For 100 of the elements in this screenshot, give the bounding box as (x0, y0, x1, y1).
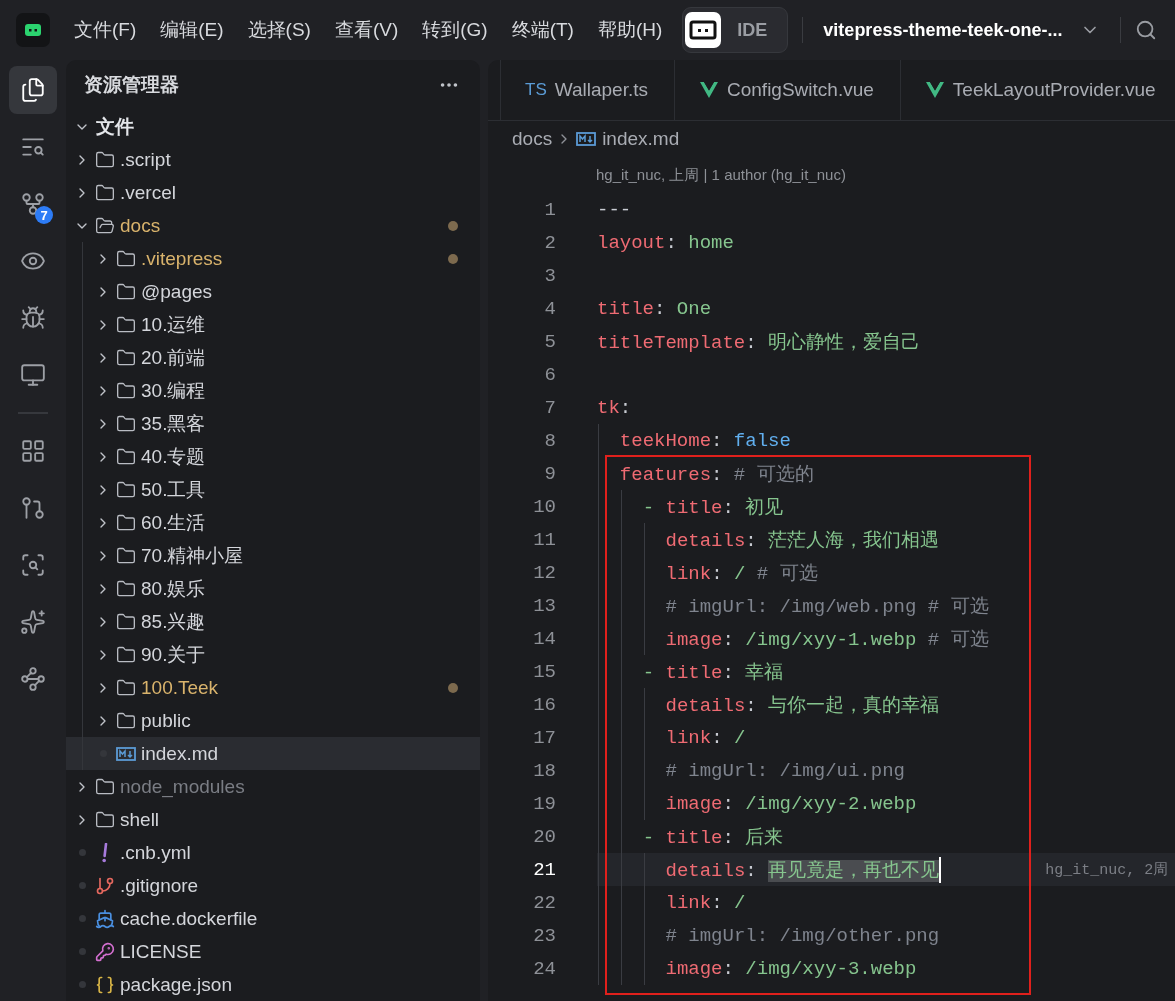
tree-item[interactable]: package.json (66, 968, 480, 1001)
tree-item[interactable]: index.md (66, 737, 480, 770)
tree-item[interactable]: 20.前端 (66, 341, 480, 374)
line-number: 20 (532, 825, 556, 848)
tree-item[interactable]: 40.专题 (66, 440, 480, 473)
code-line: - title: 后来 (642, 825, 784, 850)
mode-label[interactable]: IDE (721, 19, 786, 41)
tree-item[interactable]: 70.精神小屋 (66, 539, 480, 572)
folder-icon (116, 611, 136, 632)
code-line: features: # 可选的 (619, 462, 814, 487)
code-line: layout: home (597, 231, 734, 254)
code-line: details: 与你一起，真的幸福 (665, 693, 940, 718)
tree-item[interactable]: public (66, 704, 480, 737)
editor-tab[interactable]: ConfigSwitch.vue (674, 60, 900, 120)
editor-tab[interactable]: TeekLayoutProvider.vue (899, 60, 1175, 120)
line-number: 3 (543, 264, 556, 287)
tree-item[interactable]: .cnb.yml (66, 836, 480, 869)
tree-item[interactable]: @pages (66, 275, 480, 308)
file-name: shell (120, 808, 161, 831)
folder-icon (116, 380, 136, 401)
tree-item[interactable]: .vitepress (66, 242, 480, 275)
line-number: 22 (532, 891, 556, 914)
folder-icon (116, 446, 136, 467)
markdown-icon (576, 131, 597, 147)
search-icon[interactable] (1135, 19, 1158, 41)
waypoints-icon (20, 666, 46, 692)
code-line: titleTemplate: 明心静性，爱自己 (597, 330, 921, 355)
tree-item[interactable]: 35.黑客 (66, 407, 480, 440)
section-header[interactable]: 文件 (66, 110, 480, 143)
mode-switch[interactable]: IDE (682, 7, 789, 53)
blame-info[interactable]: hg_it_nuc, 上周 | 1 author (hg_it_nuc) (596, 165, 846, 185)
line-number: 21 (532, 858, 556, 881)
modified-dot (448, 253, 458, 264)
menu-item[interactable]: 帮助(H) (597, 13, 663, 47)
tree-item[interactable]: 30.编程 (66, 374, 480, 407)
file-name: .vercel (120, 181, 177, 204)
folder-icon (116, 413, 136, 434)
menu-item[interactable]: 选择(S) (247, 13, 311, 47)
code-line: # imgUrl: /img/web.png # 可选 (665, 594, 989, 619)
code-line: image: /img/xyy-2.webp (665, 792, 917, 815)
menu-item[interactable]: 终端(T) (511, 13, 574, 47)
line-number: 8 (543, 429, 556, 452)
activity-button[interactable]: 7 (9, 180, 57, 228)
code-line: # imgUrl: /img/other.png (665, 924, 940, 947)
file-name: index.md (141, 742, 220, 765)
section-title: 文件 (96, 114, 135, 139)
tree-item[interactable]: .script (66, 143, 480, 176)
line-number: 19 (532, 792, 556, 815)
folder-icon (116, 248, 136, 269)
tree-item[interactable]: 50.工具 (66, 473, 480, 506)
code-line: details: 茫茫人海，我们相遇 (665, 528, 940, 553)
code-line: # imgUrl: /img/ui.png (665, 759, 905, 782)
file-name: 35.黑客 (141, 411, 207, 436)
project-selector[interactable]: vitepress-theme-teek-one-... (817, 19, 1107, 41)
tree-item[interactable]: 80.娱乐 (66, 572, 480, 605)
breadcrumb-item[interactable]: index.md (576, 128, 680, 150)
code-line: details: 再见竟是，再也不见 (665, 858, 940, 883)
blame-annotation: hg_it_nuc, 2周 (1045, 861, 1169, 879)
file-name: 70.精神小屋 (141, 543, 245, 568)
line-number: 14 (532, 627, 556, 650)
tree-item[interactable]: 90.关于 (66, 638, 480, 671)
sparkle-icon (20, 609, 46, 635)
file-name: .gitignore (120, 874, 200, 897)
tree-item[interactable]: .vercel (66, 176, 480, 209)
tree-item[interactable]: node_modules (66, 770, 480, 803)
file-name: 50.工具 (141, 477, 207, 502)
menu-item[interactable]: 文件(F) (74, 13, 137, 47)
menu-item[interactable]: 查看(V) (334, 13, 399, 47)
file-name: 100.Teek (141, 676, 220, 699)
tree-item[interactable]: 60.生活 (66, 506, 480, 539)
tree-item[interactable]: .gitignore (66, 869, 480, 902)
tree-item[interactable]: 10.运维 (66, 308, 480, 341)
tree-item[interactable]: LICENSE (66, 935, 480, 968)
tree-item[interactable]: 85.兴趣 (66, 605, 480, 638)
line-number: 10 (532, 495, 556, 518)
breadcrumb-item[interactable]: docs (512, 128, 553, 150)
file-name: node_modules (120, 775, 246, 798)
vue-icon (924, 81, 945, 99)
tree-item[interactable]: docs (66, 209, 480, 242)
menu-item[interactable]: 转到(G) (422, 13, 488, 47)
code-line: --- (597, 198, 632, 221)
line-number: 15 (532, 660, 556, 683)
editor-tab[interactable]: TS Wallaper.ts (500, 60, 674, 120)
line-number: 11 (532, 528, 556, 551)
menu-item[interactable]: 编辑(E) (160, 13, 224, 47)
tree-item[interactable]: shell (66, 803, 480, 836)
code-line: link: / (665, 891, 746, 914)
tree-item[interactable]: cache.dockerfile (66, 902, 480, 935)
file-name: 60.生活 (141, 510, 207, 535)
line-number: 1 (543, 198, 556, 221)
file-name: 10.运维 (141, 312, 207, 337)
line-number: 24 (532, 957, 556, 980)
tree-item[interactable]: 100.Teek (66, 671, 480, 704)
app-logo[interactable] (16, 13, 50, 47)
line-number: 16 (532, 693, 556, 716)
folder-icon (116, 578, 136, 599)
files-icon (20, 77, 46, 103)
file-name: .script (120, 148, 172, 171)
folder-icon (95, 809, 115, 830)
activity-button[interactable] (9, 66, 57, 114)
